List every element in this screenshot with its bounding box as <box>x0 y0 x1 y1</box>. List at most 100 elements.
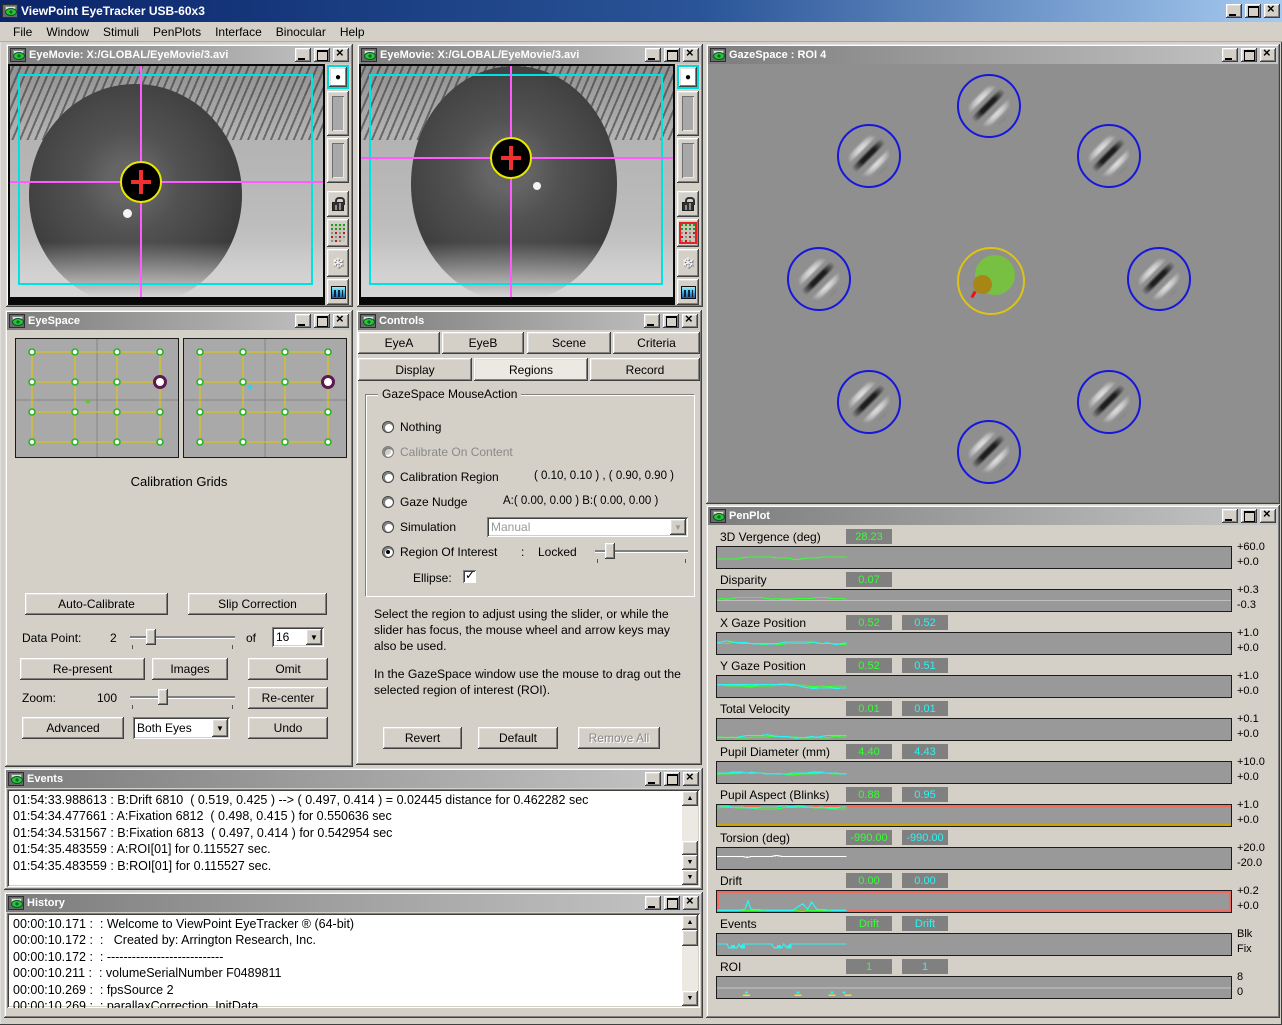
gazespace-maximize-button[interactable] <box>1241 48 1257 62</box>
auto-calibrate-button[interactable]: Auto-Calibrate <box>25 593 168 615</box>
penplot-maximize-button[interactable] <box>1241 509 1257 523</box>
eyemovie-a-titlebar[interactable]: EyeMovie: X:/GLOBAL/EyeMovie/3.avi <box>8 46 351 64</box>
re-center-button[interactable]: Re-center <box>248 687 328 709</box>
slip-correction-button[interactable]: Slip Correction <box>188 593 327 615</box>
history-maximize-button[interactable] <box>664 896 680 910</box>
calibration-grid-a[interactable] <box>15 338 179 458</box>
lock-button[interactable] <box>327 191 349 217</box>
pupil-dot-button[interactable]: ● <box>677 65 699 89</box>
tab-display[interactable]: Display <box>358 358 472 381</box>
roi-gabor-target-2[interactable] <box>837 124 901 188</box>
penplot-strip[interactable] <box>716 976 1232 999</box>
tab-record[interactable]: Record <box>590 358 700 381</box>
radio-gaze-nudge[interactable] <box>382 496 394 508</box>
eyemovie-b-close-button[interactable] <box>683 48 699 62</box>
eyemovie-b-minimize-button[interactable] <box>645 48 661 62</box>
dot-grid-button[interactable] <box>677 219 699 247</box>
penplot-strip[interactable] <box>716 761 1232 784</box>
eyemovie-b-maximize-button[interactable] <box>664 48 680 62</box>
events-scrollbar[interactable]: ▲ ▼ ▼ <box>682 791 698 885</box>
penplot-strip[interactable] <box>716 804 1232 827</box>
history-titlebar[interactable]: History <box>6 894 701 912</box>
penplot-strip[interactable] <box>716 890 1232 913</box>
eyemovie-a-minimize-button[interactable] <box>295 48 311 62</box>
roi-gabor-target-5[interactable] <box>1127 247 1191 311</box>
scroll-up-icon[interactable]: ▲ <box>682 791 698 806</box>
controls-titlebar[interactable]: Controls <box>358 312 700 330</box>
freeze-button[interactable]: ❄ <box>327 249 349 277</box>
radio-simulation[interactable] <box>382 521 394 533</box>
default-button[interactable]: Default <box>478 727 558 749</box>
scroll-down-icon[interactable]: ▼ <box>682 991 698 1006</box>
roi-gabor-target-7[interactable] <box>1077 370 1141 434</box>
maximize-button[interactable] <box>1245 4 1261 18</box>
scroll-down-icon[interactable]: ▼ <box>682 870 698 885</box>
advanced-button[interactable]: Advanced <box>22 717 124 739</box>
menu-item-interface[interactable]: Interface <box>208 23 269 41</box>
threshold-slider-1[interactable] <box>677 91 699 136</box>
gaze-fixation-target[interactable] <box>957 247 1025 315</box>
eyespace-titlebar[interactable]: EyeSpace <box>7 312 351 330</box>
roi-gabor-target-4[interactable] <box>787 247 851 311</box>
minimize-button[interactable] <box>1226 4 1242 18</box>
close-button[interactable] <box>1264 4 1280 18</box>
events-close-button[interactable] <box>683 772 699 786</box>
histogram-button[interactable] <box>677 279 699 305</box>
pupil-dot-button[interactable]: ● <box>327 65 349 89</box>
tab-scene[interactable]: Scene <box>527 332 611 354</box>
tab-eyea[interactable]: EyeA <box>358 332 440 354</box>
eyemovie-a-maximize-button[interactable] <box>314 48 330 62</box>
radio-region-of-interest[interactable] <box>382 546 394 558</box>
penplot-minimize-button[interactable] <box>1222 509 1238 523</box>
freeze-button[interactable]: ❄ <box>677 249 699 277</box>
threshold-slider-2[interactable] <box>327 138 349 183</box>
penplot-strip[interactable] <box>716 632 1232 655</box>
roi-gabor-target-3[interactable] <box>1077 124 1141 188</box>
history-close-button[interactable] <box>683 896 699 910</box>
scrollbar-thumb[interactable] <box>682 841 698 855</box>
histogram-button[interactable] <box>327 279 349 305</box>
lock-button[interactable] <box>677 191 699 217</box>
history-scrollbar[interactable]: ▲ ▼ <box>682 915 698 1006</box>
revert-button[interactable]: Revert <box>383 727 462 749</box>
tab-eyeb[interactable]: EyeB <box>442 332 524 354</box>
roi-gabor-target-8[interactable] <box>957 420 1021 484</box>
menu-item-penplots[interactable]: PenPlots <box>146 23 208 41</box>
eyespace-close-button[interactable] <box>333 314 349 328</box>
controls-maximize-button[interactable] <box>663 314 679 328</box>
menu-item-help[interactable]: Help <box>333 23 372 41</box>
radio-calibration-region[interactable] <box>382 471 394 483</box>
penplot-strip[interactable] <box>716 718 1232 741</box>
gazespace-minimize-button[interactable] <box>1222 48 1238 62</box>
ellipse-checkbox[interactable] <box>463 570 476 583</box>
history-minimize-button[interactable] <box>645 896 661 910</box>
eyespace-minimize-button[interactable] <box>295 314 311 328</box>
chevron-down-icon[interactable]: ▼ <box>212 719 228 737</box>
gazespace-close-button[interactable] <box>1260 48 1276 62</box>
main-titlebar[interactable]: ViewPoint EyeTracker USB-60x3 <box>0 0 1282 22</box>
events-minimize-button[interactable] <box>645 772 661 786</box>
roi-gabor-target-6[interactable] <box>837 370 901 434</box>
tab-regions-selected[interactable]: Regions <box>474 358 588 381</box>
penplot-strip[interactable] <box>716 933 1232 956</box>
menu-item-file[interactable]: File <box>6 23 39 41</box>
penplot-strip[interactable] <box>716 589 1232 612</box>
penplot-strip[interactable] <box>716 675 1232 698</box>
re-present-button[interactable]: Re-present <box>20 658 145 680</box>
eyemovie-a-video[interactable] <box>8 64 325 305</box>
tab-criteria[interactable]: Criteria <box>613 332 700 354</box>
zoom-slider[interactable] <box>130 688 235 706</box>
scrollbar-thumb[interactable] <box>682 930 698 946</box>
menu-item-binocular[interactable]: Binocular <box>269 23 333 41</box>
events-log[interactable]: 01:54:33.988613 : B:Drift 6810 ( 0.519, … <box>7 789 700 887</box>
eye-select-dropdown[interactable]: Both Eyes ▼ <box>133 717 230 739</box>
penplot-strip[interactable] <box>716 546 1232 569</box>
controls-minimize-button[interactable] <box>644 314 660 328</box>
chevron-down-icon[interactable]: ▼ <box>306 629 322 645</box>
events-titlebar[interactable]: Events <box>6 770 701 788</box>
threshold-slider-2[interactable] <box>677 138 699 183</box>
history-log[interactable]: 00:00:10.171 : : Welcome to ViewPoint Ey… <box>7 913 700 1008</box>
penplot-close-button[interactable] <box>1260 509 1276 523</box>
eyemovie-b-video[interactable] <box>359 64 675 305</box>
roi-select-slider[interactable] <box>595 542 688 560</box>
